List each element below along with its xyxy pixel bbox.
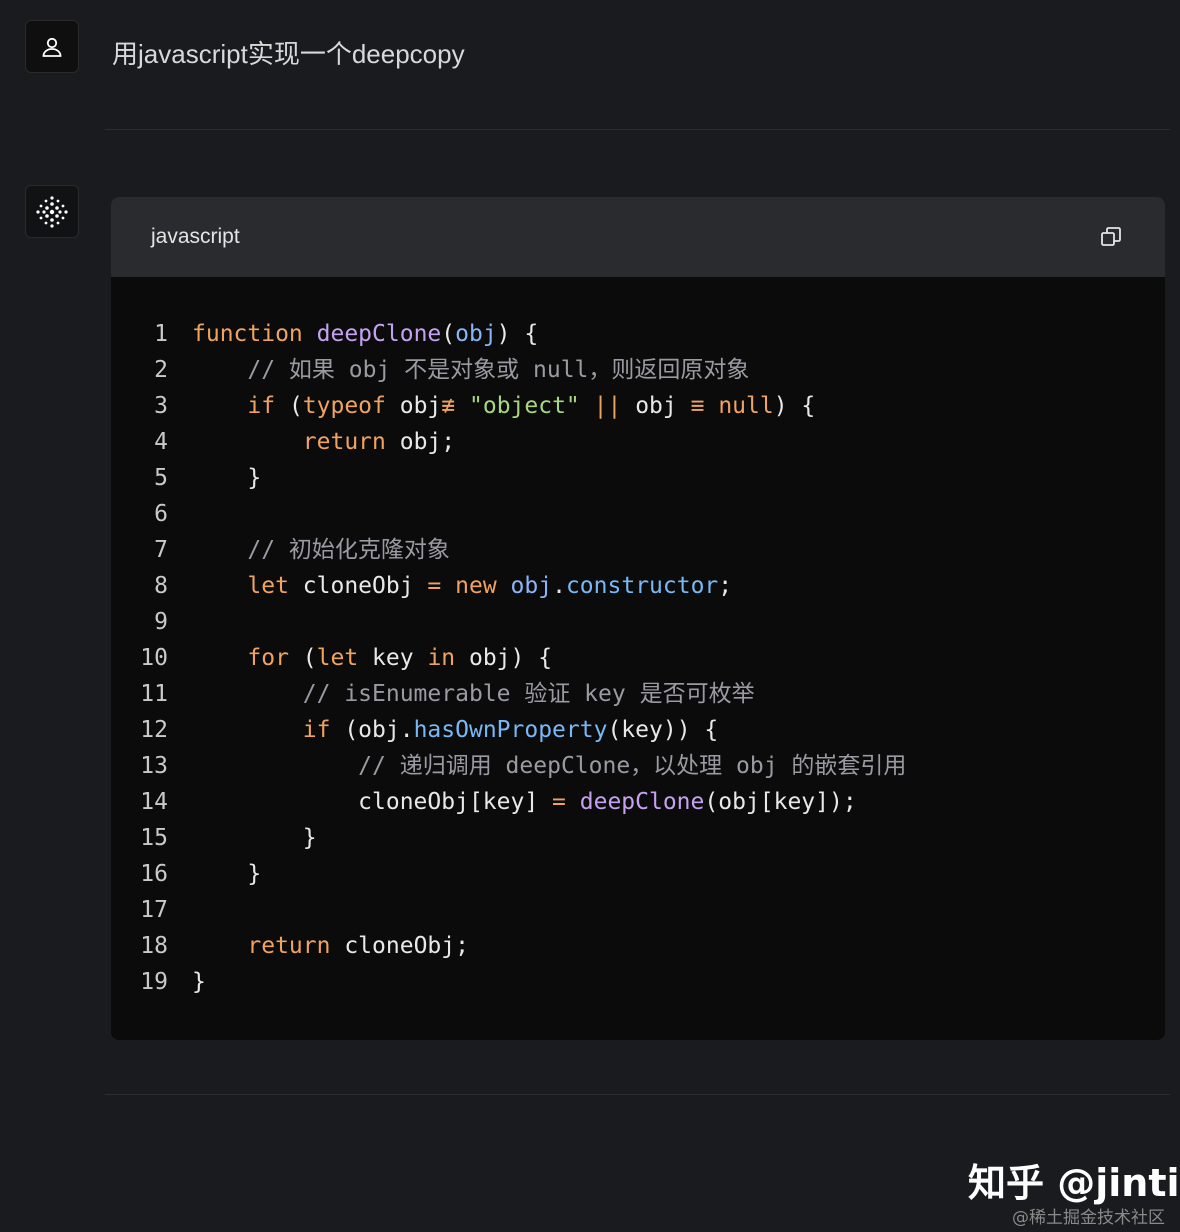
code-line: 12 if (obj.hasOwnProperty(key)) { <box>111 712 1165 748</box>
divider-top <box>105 129 1170 130</box>
code-language-label: javascript <box>151 225 240 248</box>
code-text: } <box>192 969 206 995</box>
code-line: 8 let cloneObj = new obj.constructor; <box>111 568 1165 604</box>
line-number: 16 <box>140 861 168 887</box>
line-number: 5 <box>154 465 168 491</box>
watermark-juejin: @稀土掘金技术社区 <box>1012 1208 1165 1228</box>
code-text: } <box>192 861 262 887</box>
code-line: 5 } <box>111 460 1165 496</box>
divider-bottom <box>105 1094 1170 1095</box>
code-text: for (let key in obj) { <box>247 645 553 671</box>
code-line: 14 cloneObj[key] = deepClone(obj[key]); <box>111 784 1165 820</box>
line-number: 2 <box>154 357 168 383</box>
line-number: 14 <box>140 789 168 815</box>
code-line: 16 } <box>111 856 1165 892</box>
code-block: javascript 1 function deepClone(obj) { 2 /… <box>111 197 1165 1040</box>
code-content: 1 function deepClone(obj) { 2 // 如果 obj 不是… <box>111 277 1165 1040</box>
line-number: 18 <box>140 933 168 959</box>
line-number: 19 <box>140 969 168 995</box>
code-line: 13 // 递归调用 deepClone，以处理 obj 的嵌套引用 <box>111 748 1165 784</box>
code-text: return obj; <box>302 429 456 455</box>
code-line: 11 // isEnumerable 验证 key 是否可枚举 <box>111 676 1165 712</box>
line-number: 10 <box>140 645 168 671</box>
code-text: // isEnumerable 验证 key 是否可枚举 <box>302 681 755 707</box>
code-text: return cloneObj; <box>247 933 469 959</box>
code-line: 1 function deepClone(obj) { <box>111 316 1165 352</box>
code-line: 18 return cloneObj; <box>111 928 1165 964</box>
line-number: 6 <box>154 501 168 527</box>
code-text: if (obj.hasOwnProperty(key)) { <box>302 717 719 743</box>
code-text: // 如果 obj 不是对象或 null，则返回原对象 <box>247 357 750 383</box>
user-avatar <box>25 20 79 73</box>
user-message: 用javascript实现一个deepcopy <box>112 39 465 69</box>
code-block-header: javascript <box>111 197 1165 277</box>
code-text: } <box>192 825 317 851</box>
code-text: function deepClone(obj) { <box>192 321 539 347</box>
copy-icon <box>1101 227 1121 246</box>
code-line: 17 <box>111 892 1165 928</box>
code-text: let cloneObj = new obj.constructor; <box>247 573 733 599</box>
code-line: 15 } <box>111 820 1165 856</box>
user-icon <box>42 37 62 57</box>
code-line: 7 // 初始化克隆对象 <box>111 532 1165 568</box>
code-text: } <box>192 465 262 491</box>
code-text: // 初始化克隆对象 <box>247 537 450 563</box>
line-number: 9 <box>154 609 168 635</box>
code-line: 3 if (typeof obj≢ "object" || obj ≡ null… <box>111 388 1165 424</box>
code-text: // 递归调用 deepClone，以处理 obj 的嵌套引用 <box>358 753 907 779</box>
line-number: 4 <box>154 429 168 455</box>
line-number: 15 <box>140 825 168 851</box>
line-number: 1 <box>154 321 168 347</box>
assistant-avatar <box>25 185 79 238</box>
copy-code-button[interactable] <box>1097 223 1125 251</box>
code-line: 6 <box>111 496 1165 532</box>
code-text: cloneObj[key] = deepClone(obj[key]); <box>192 789 857 815</box>
line-number: 12 <box>140 717 168 743</box>
code-text: if (typeof obj≢ "object" || obj ≡ null) … <box>247 393 816 419</box>
line-number: 8 <box>154 573 168 599</box>
code-line: 19} <box>111 964 1165 1000</box>
assistant-dots-icon <box>36 195 68 228</box>
line-number: 13 <box>140 753 168 779</box>
code-line: 4 return obj; <box>111 424 1165 460</box>
code-line: 2 // 如果 obj 不是对象或 null，则返回原对象 <box>111 352 1165 388</box>
line-number: 3 <box>154 393 168 419</box>
code-line: 9 <box>111 604 1165 640</box>
line-number: 7 <box>154 537 168 563</box>
line-number: 17 <box>140 897 168 923</box>
line-number: 11 <box>140 681 168 707</box>
code-line: 10 for (let key in obj) { <box>111 640 1165 676</box>
watermark-zhihu: 知乎 @jinti <box>968 1161 1180 1205</box>
